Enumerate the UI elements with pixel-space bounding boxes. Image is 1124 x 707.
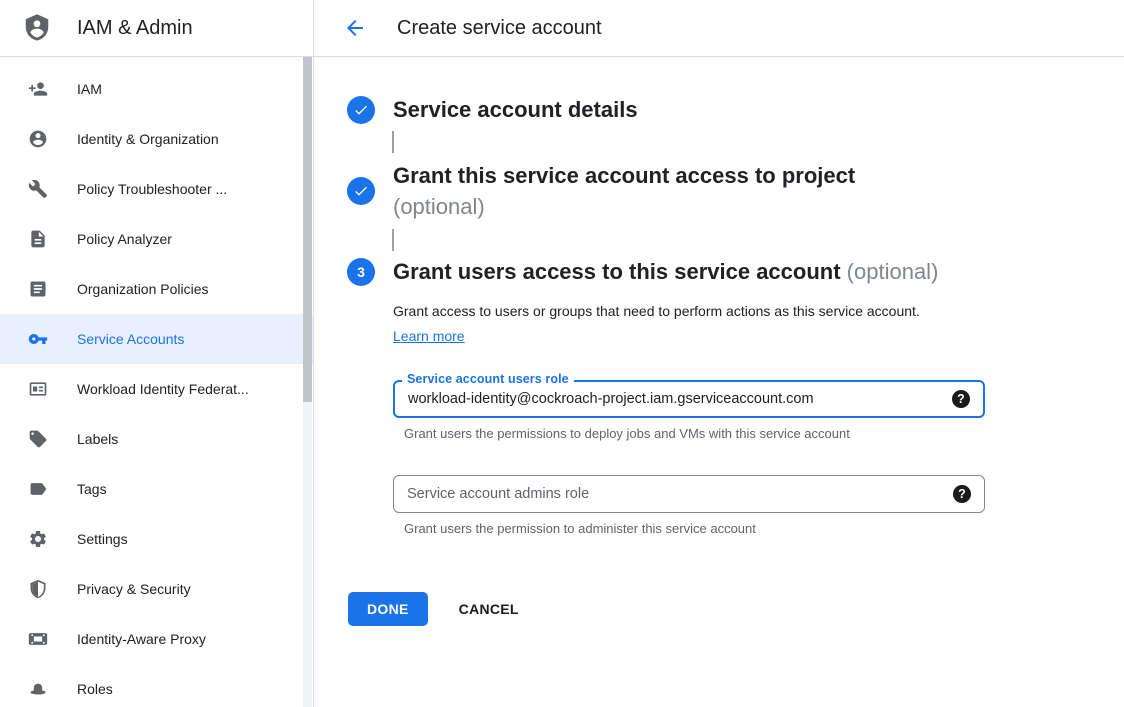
create-service-account-panel: Service account details Grant this servi… <box>315 57 1124 707</box>
id-card-icon <box>28 379 48 399</box>
label-icon <box>28 479 48 499</box>
step3-number: 3 <box>357 264 365 280</box>
sidebar-item-label: IAM <box>77 81 102 97</box>
sidebar-item-label: Policy Troubleshooter ... <box>77 181 227 197</box>
sidebar-item-organization-policies[interactable]: Organization Policies <box>0 264 313 314</box>
account-circle-icon <box>28 129 48 149</box>
sidebar-item-label: Roles <box>77 681 113 697</box>
sidebar-item-label: Organization Policies <box>77 281 209 297</box>
page-header: Create service account <box>314 0 1124 57</box>
sidebar-item-label: Identity-Aware Proxy <box>77 631 206 647</box>
key-icon <box>28 329 48 349</box>
sidebar-item-roles[interactable]: Roles <box>0 664 313 707</box>
admins-role-helper-text: Grant users the permission to administer… <box>393 521 985 536</box>
sidebar-item-label: Privacy & Security <box>77 581 191 597</box>
document-icon <box>28 229 48 249</box>
iam-shield-person-icon <box>22 13 52 43</box>
step-grant-access-to-project: Grant this service account access to pro… <box>347 160 1100 222</box>
cancel-button[interactable]: CANCEL <box>459 601 519 617</box>
users-role-helper-text: Grant users the permissions to deploy jo… <box>393 426 985 441</box>
person-add-icon <box>28 79 48 99</box>
hat-icon <box>28 679 48 699</box>
admins-role-field-box: ? <box>393 475 985 513</box>
iam-admin-screen: IAM & Admin Create service account IAM I… <box>0 0 1124 707</box>
sidebar-item-policy-analyzer[interactable]: Policy Analyzer <box>0 214 313 264</box>
tag-icon <box>28 429 48 449</box>
users-role-input[interactable] <box>408 391 952 407</box>
gear-icon <box>28 529 48 549</box>
sidebar-item-service-accounts[interactable]: Service Accounts <box>0 314 313 364</box>
sidebar-item-identity-organization[interactable]: Identity & Organization <box>0 114 313 164</box>
sidebar-item-label: Identity & Organization <box>77 131 219 147</box>
stepper: Service account details Grant this servi… <box>315 57 1124 626</box>
sidebar-nav: IAM Identity & Organization Policy Troub… <box>0 57 314 707</box>
checkmark-icon <box>353 102 369 118</box>
step2-title: Grant this service account access to pro… <box>393 160 855 191</box>
step-connector <box>392 229 394 251</box>
step3-title: Grant users access to this service accou… <box>393 258 985 286</box>
sidebar-item-label: Service Accounts <box>77 331 184 347</box>
sidebar-item-label: Settings <box>77 531 128 547</box>
sidebar-item-label: Policy Analyzer <box>77 231 172 247</box>
product-header: IAM & Admin <box>0 0 314 57</box>
sidebar-item-workload-identity-federation[interactable]: Workload Identity Federat... <box>0 364 313 414</box>
admins-role-field-group: ? <box>393 475 985 513</box>
sidebar-item-label: Workload Identity Federat... <box>77 381 249 397</box>
step3-description: Grant access to users or groups that nee… <box>393 299 946 349</box>
learn-more-link[interactable]: Learn more <box>393 328 465 344</box>
shield-half-icon <box>28 579 48 599</box>
sidebar-scrollbar-thumb[interactable] <box>303 57 312 402</box>
sidebar-item-tags[interactable]: Tags <box>0 464 313 514</box>
article-icon <box>28 279 48 299</box>
arrow-back-icon <box>343 16 367 40</box>
top-bar: IAM & Admin Create service account <box>0 0 1124 57</box>
step-grant-users-access: 3 Grant users access to this service acc… <box>347 258 1100 536</box>
page-title: Create service account <box>397 17 602 40</box>
users-role-field-group: Service account users role ? <box>393 380 985 418</box>
sidebar-item-label: Tags <box>77 481 107 497</box>
admins-role-input[interactable] <box>407 486 953 502</box>
form-actions: DONE CANCEL <box>348 592 1100 626</box>
wrench-icon <box>28 179 48 199</box>
step3-number-badge: 3 <box>347 258 375 286</box>
step-connector <box>392 131 394 153</box>
sidebar-item-policy-troubleshooter[interactable]: Policy Troubleshooter ... <box>0 164 313 214</box>
app-title: IAM & Admin <box>77 17 193 40</box>
sidebar-item-identity-aware-proxy[interactable]: Identity-Aware Proxy <box>0 614 313 664</box>
checkmark-icon <box>353 183 369 199</box>
step2-optional-label: (optional) <box>393 191 855 222</box>
help-icon[interactable]: ? <box>952 390 970 408</box>
back-button[interactable] <box>343 16 367 40</box>
users-role-field-label: Service account users role <box>402 372 574 386</box>
step1-title: Service account details <box>393 96 638 124</box>
sidebar-item-privacy-security[interactable]: Privacy & Security <box>0 564 313 614</box>
step1-complete-badge <box>347 96 375 124</box>
proxy-icon <box>28 629 48 649</box>
done-button[interactable]: DONE <box>348 592 428 626</box>
step2-complete-badge <box>347 177 375 205</box>
sidebar-item-settings[interactable]: Settings <box>0 514 313 564</box>
help-icon[interactable]: ? <box>953 485 971 503</box>
sidebar-item-label: Labels <box>77 431 118 447</box>
sidebar-item-iam[interactable]: IAM <box>0 64 313 114</box>
step-service-account-details: Service account details <box>347 96 1100 124</box>
step3-optional-label: (optional) <box>847 259 939 284</box>
sidebar-item-labels[interactable]: Labels <box>0 414 313 464</box>
